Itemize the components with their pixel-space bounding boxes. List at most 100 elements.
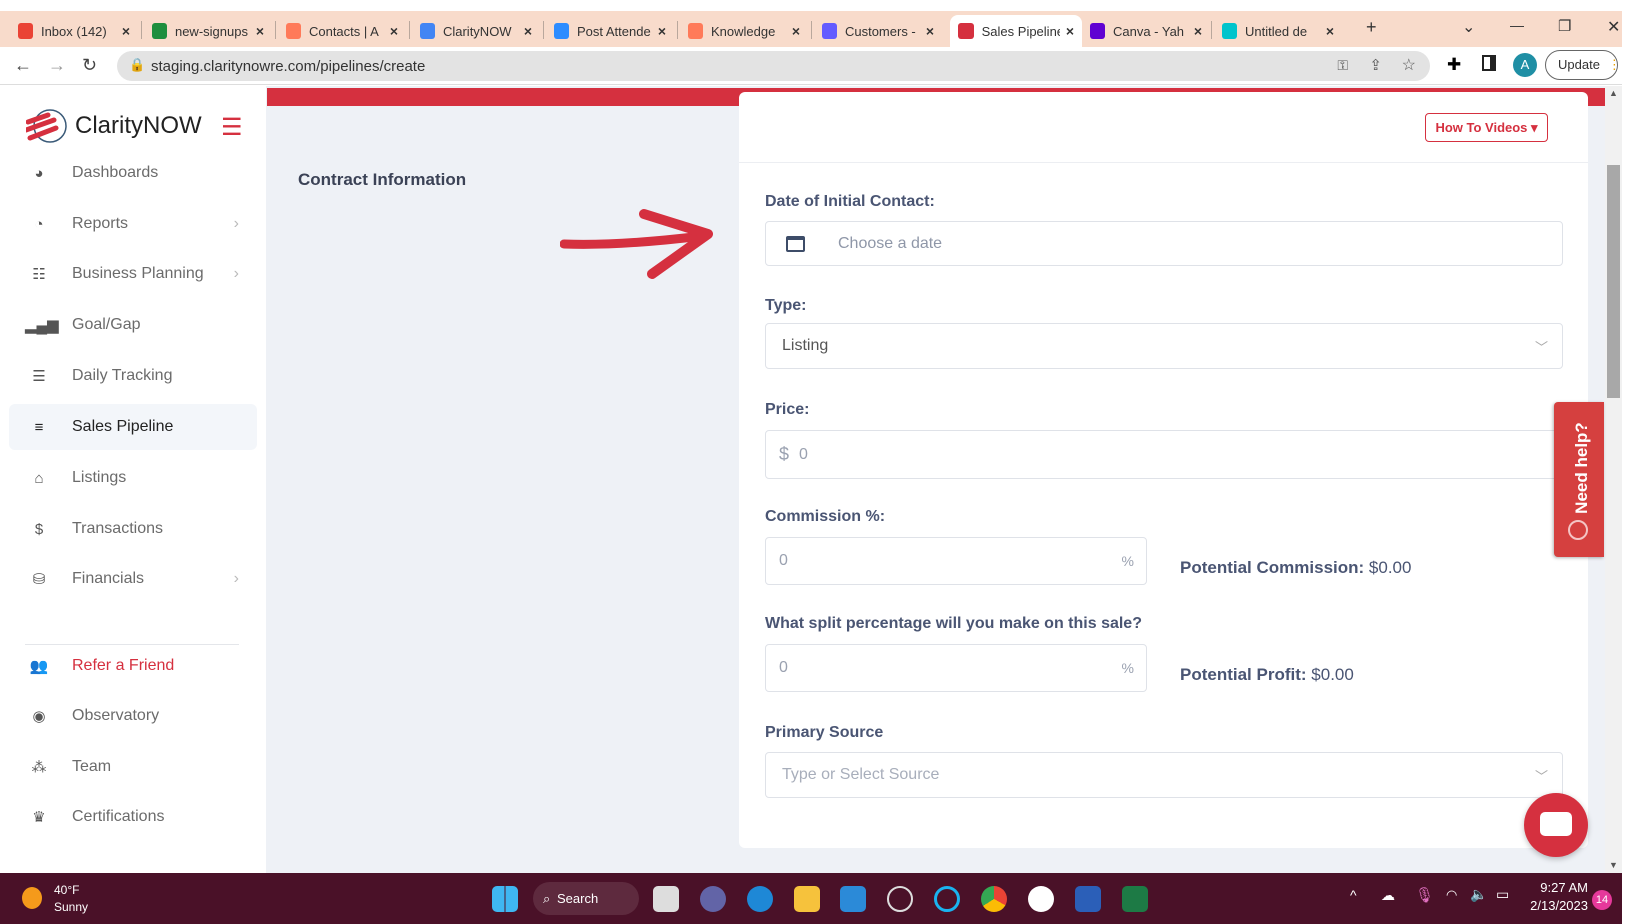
reload-icon[interactable]: ↻ <box>82 55 97 76</box>
lock-icon: 🔒 <box>129 57 146 72</box>
file-explorer-icon[interactable] <box>794 886 820 912</box>
url-text: staging.claritynowre.com/pipelines/creat… <box>151 57 426 75</box>
dell-icon[interactable] <box>887 886 913 912</box>
tab-close-icon[interactable]: × <box>658 23 666 39</box>
star-icon[interactable]: ☆ <box>1402 55 1416 75</box>
edge-icon[interactable] <box>747 886 773 912</box>
tab-close-icon[interactable]: × <box>792 23 800 39</box>
chrome-icon[interactable] <box>981 886 1007 912</box>
sidebar-item-goal-gap[interactable]: ▂▄▆ Goal/Gap <box>9 302 257 348</box>
tab-close-icon[interactable]: × <box>390 23 398 39</box>
clock-time[interactable]: 9:27 AM <box>1528 880 1588 895</box>
tab-title: Inbox (142) <box>40 23 107 39</box>
home-icon: ⌂ <box>34 469 44 487</box>
browser-tab[interactable]: Post Attende × <box>546 15 674 47</box>
minimize-icon[interactable]: — <box>1510 17 1524 33</box>
eye-icon: ◉ <box>32 708 46 725</box>
taskbar-search[interactable]: ⌕ Search <box>533 882 639 915</box>
clock-date[interactable]: 2/13/2023 <box>1518 898 1588 913</box>
notification-badge[interactable]: 14 <box>1592 890 1612 910</box>
tab-close-icon[interactable]: × <box>926 23 934 39</box>
mail-icon[interactable] <box>840 886 866 912</box>
browser-tab[interactable]: Customers - × <box>814 15 942 47</box>
tab-close-icon[interactable]: × <box>1066 23 1074 39</box>
profile-avatar[interactable]: A <box>1513 53 1537 77</box>
sidebar-item-daily-tracking[interactable]: ☰ Daily Tracking <box>9 353 257 399</box>
sidebar-item-listings[interactable]: ⌂ Listings <box>9 455 257 501</box>
extensions-icon[interactable]: ✚ <box>1447 55 1461 75</box>
sidebar-item-sales-pipeline[interactable]: ≡ Sales Pipeline <box>9 404 257 450</box>
task-view-icon[interactable] <box>653 886 679 912</box>
need-help-tab[interactable]: Need help? <box>1554 402 1604 557</box>
weather-temp[interactable]: 40°F <box>54 883 79 897</box>
microphone-icon[interactable]: 🎙 <box>1415 886 1434 904</box>
sidebar-item-label: Certifications <box>72 808 165 825</box>
window-close-icon[interactable]: ✕ <box>1607 17 1620 37</box>
page-scrollbar[interactable]: ▲ ▼ <box>1605 86 1622 873</box>
battery-icon[interactable]: ▭ <box>1496 886 1509 903</box>
forward-icon[interactable]: → <box>48 55 66 76</box>
percent-icon: % <box>1121 660 1134 676</box>
url-bar[interactable]: 🔒 staging.claritynowre.com/pipelines/cre… <box>117 51 1430 81</box>
tab-close-icon[interactable]: × <box>122 23 130 39</box>
date-input[interactable]: Choose a date <box>765 221 1563 266</box>
onedrive-icon[interactable]: ☁ <box>1381 887 1395 904</box>
back-icon[interactable]: ← <box>14 55 32 76</box>
tab-title: Untitled de <box>1244 23 1308 39</box>
tab-close-icon[interactable]: × <box>1326 23 1334 39</box>
side-panel-icon[interactable] <box>1482 55 1496 71</box>
scrollbar-thumb[interactable] <box>1607 165 1620 398</box>
sidebar-item-team[interactable]: ⁂ Team <box>9 744 257 790</box>
sidebar-item-observatory[interactable]: ◉ Observatory <box>9 693 257 739</box>
share-icon[interactable]: ⇪ <box>1369 56 1382 74</box>
sidebar-item-certifications[interactable]: ♛ Certifications <box>9 794 257 840</box>
wifi-icon[interactable]: ◠ <box>1446 887 1457 903</box>
slack-icon[interactable] <box>1028 886 1054 912</box>
browser-tab[interactable]: Canva - Yah × <box>1082 15 1210 47</box>
browser-tab[interactable]: ClarityNOW × <box>412 15 540 47</box>
tab-close-icon[interactable]: × <box>256 23 264 39</box>
key-icon[interactable]: ⚿ <box>1337 57 1348 74</box>
tab-close-icon[interactable]: × <box>524 23 532 39</box>
browser-tab[interactable]: Untitled de × <box>1214 15 1342 47</box>
tab-close-icon[interactable]: × <box>1194 23 1202 39</box>
show-hidden-icons[interactable]: ^ <box>1350 887 1357 903</box>
source-label: Primary Source <box>765 724 884 741</box>
weather-condition[interactable]: Sunny <box>54 900 88 914</box>
tab-search-icon[interactable]: ⌄ <box>1462 17 1475 37</box>
volume-icon[interactable]: 🔈 <box>1470 886 1487 903</box>
browser-tab[interactable]: Contacts | A × <box>278 15 406 47</box>
scroll-down-icon[interactable]: ▼ <box>1609 860 1618 870</box>
sidebar-item-financials[interactable]: ⛁ Financials › <box>9 556 257 602</box>
new-tab-icon[interactable]: + <box>1366 17 1377 38</box>
sidebar-item-dashboards[interactable]: ◕ Dashboards <box>9 150 257 196</box>
browser-tab[interactable]: new-signups × <box>144 15 272 47</box>
maximize-icon[interactable]: ❐ <box>1558 17 1571 35</box>
sidebar-item-refer-a-friend[interactable]: 👥 Refer a Friend <box>9 643 257 689</box>
price-input[interactable]: $ 0 <box>765 430 1563 479</box>
scroll-up-icon[interactable]: ▲ <box>1609 88 1618 98</box>
sidebar-item-transactions[interactable]: $ Transactions <box>9 506 257 552</box>
sidebar-item-label: Business Planning <box>72 265 204 282</box>
alexa-icon[interactable] <box>934 886 960 912</box>
teams-chat-icon[interactable] <box>700 886 726 912</box>
split-input[interactable]: 0 % <box>765 644 1147 692</box>
browser-tab[interactable]: Inbox (142) × <box>10 15 138 47</box>
update-button[interactable]: Update ⋮ <box>1545 50 1621 80</box>
tab-favicon-icon <box>420 23 435 39</box>
browser-tab[interactable]: Knowledge × <box>680 15 808 47</box>
commission-input[interactable]: 0 % <box>765 537 1147 585</box>
browser-tab[interactable]: Sales Pipeline × <box>950 15 1082 47</box>
sidebar-item-reports[interactable]: ◔ Reports › <box>9 201 257 247</box>
hamburger-menu-icon[interactable]: ☰ <box>221 113 243 142</box>
tab-favicon-icon <box>688 23 703 39</box>
chevron-right-icon: › <box>233 265 239 282</box>
how-to-videos-dropdown[interactable]: How To Videos ▾ <box>1425 113 1548 142</box>
excel-icon[interactable] <box>1122 886 1148 912</box>
type-select[interactable]: Listing ﹀ <box>765 323 1563 369</box>
sidebar-item-business-planning[interactable]: ☷ Business Planning › <box>9 251 257 297</box>
windows-start-icon[interactable] <box>492 886 518 912</box>
chat-button[interactable] <box>1524 793 1588 857</box>
primary-source-select[interactable]: Type or Select Source ﹀ <box>765 752 1563 798</box>
word-icon[interactable] <box>1075 886 1101 912</box>
